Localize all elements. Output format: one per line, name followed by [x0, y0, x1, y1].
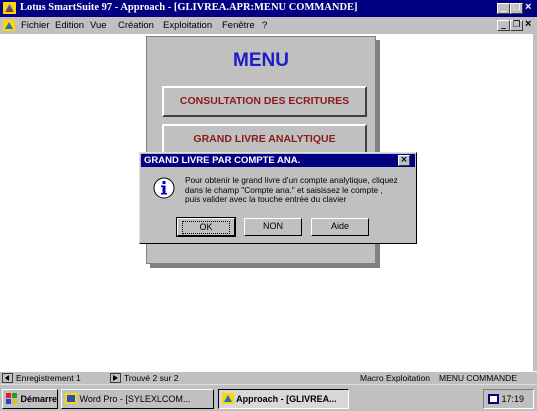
window-titlebar[interactable]: Lotus SmartSuite 97 - Approach - [GLIVRE…	[0, 0, 537, 17]
found-status: Trouvé 2 sur 2	[124, 373, 179, 383]
prev-record-button[interactable]	[2, 373, 14, 384]
close-button[interactable]: ×	[525, 1, 531, 13]
menu-vue[interactable]: Vue	[90, 20, 107, 31]
task-approach-label: Approach - [GLIVREA...	[236, 394, 337, 404]
dialog-title: GRAND LIVRE PAR COMPTE ANA.	[144, 155, 301, 166]
window-title: Lotus SmartSuite 97 - Approach - [GLIVRE…	[20, 2, 358, 13]
approach-icon	[222, 393, 234, 404]
task-word-pro[interactable]: Word Pro - [SYLEXLCOM...	[61, 389, 214, 409]
find-nav-button[interactable]	[110, 373, 122, 384]
task-approach[interactable]: Approach - [GLIVREA...	[218, 389, 349, 409]
windows-logo-icon	[6, 393, 17, 404]
record-nav-icon	[2, 373, 13, 383]
doc-minimize-button[interactable]: _	[497, 20, 510, 31]
consultation-button[interactable]: CONSULTATION DES ECRITURES	[162, 86, 367, 117]
dialog-close-button[interactable]: ×	[398, 155, 410, 166]
taskbar: Démarrer Word Pro - [SYLEXLCOM... Approa…	[0, 384, 537, 411]
ok-label: OK	[182, 221, 230, 234]
clock[interactable]: 17:19	[502, 394, 525, 404]
restore-button[interactable]: ❐	[510, 3, 523, 14]
status-bar: Enregistrement 1 Trouvé 2 sur 2 Macro Ex…	[0, 371, 537, 384]
start-label: Démarrer	[20, 394, 58, 404]
dialog-titlebar[interactable]: GRAND LIVRE PAR COMPTE ANA.	[141, 154, 415, 167]
dialog-message: Pour obtenir le grand livre d'un compte …	[185, 175, 398, 205]
find-icon	[110, 373, 121, 383]
tray-icon[interactable]	[488, 394, 499, 404]
info-icon	[153, 177, 175, 199]
document-icon[interactable]	[3, 20, 15, 31]
word-pro-icon	[65, 393, 77, 404]
menu-title: MENU	[233, 50, 289, 71]
menu-exploitation[interactable]: Exploitation	[163, 20, 212, 31]
macro-status[interactable]: Macro Exploitation	[360, 373, 438, 384]
system-tray: 17:19	[483, 389, 534, 409]
view-status[interactable]: MENU COMMANDE	[439, 373, 534, 384]
ok-button[interactable]: OK	[176, 217, 236, 237]
right-border	[533, 34, 537, 371]
menu-edition[interactable]: Edition	[55, 20, 84, 31]
minimize-button[interactable]: _	[497, 3, 510, 14]
menu-creation[interactable]: Création	[118, 20, 154, 31]
menu-fenetre[interactable]: Fenêtre	[222, 20, 255, 31]
task-word-pro-label: Word Pro - [SYLEXLCOM...	[79, 394, 191, 404]
menu-help[interactable]: ?	[262, 20, 267, 31]
doc-close-button[interactable]: ×	[525, 18, 531, 30]
non-button[interactable]: NON	[244, 218, 302, 236]
aide-button[interactable]: Aide	[311, 218, 369, 236]
menubar: Fichier Edition Vue Création Exploitatio…	[0, 17, 537, 34]
start-button[interactable]: Démarrer	[2, 389, 58, 409]
menu-fichier[interactable]: Fichier	[21, 20, 50, 31]
record-status: Enregistrement 1	[16, 373, 81, 383]
doc-restore-button[interactable]: ❐	[510, 20, 523, 31]
approach-app-icon[interactable]	[3, 2, 16, 14]
